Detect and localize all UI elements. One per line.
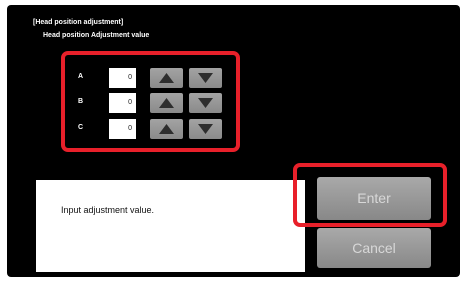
adjustment-row-c: C 0	[65, 119, 236, 141]
decrement-button-a[interactable]	[189, 68, 222, 88]
cancel-button[interactable]: Cancel	[317, 228, 431, 268]
section-title: [Head position adjustment]	[33, 19, 124, 26]
triangle-down-icon	[198, 98, 213, 108]
row-label-c: C	[78, 124, 84, 131]
triangle-up-icon	[159, 73, 174, 83]
enter-button[interactable]: Enter	[317, 177, 431, 220]
row-label-a: A	[78, 73, 84, 80]
triangle-down-icon	[198, 73, 213, 83]
decrement-button-c[interactable]	[189, 119, 222, 139]
row-label-b: B	[78, 98, 84, 105]
increment-button-c[interactable]	[150, 119, 183, 139]
adjustment-row-a: A 0	[65, 68, 236, 90]
screen-frame: [Head position adjustment] Head position…	[7, 5, 460, 277]
message-box: Input adjustment value.	[36, 180, 305, 272]
adjustment-row-b: B 0	[65, 93, 236, 115]
value-field-c[interactable]: 0	[109, 119, 136, 139]
message-text: Input adjustment value.	[61, 205, 155, 215]
adjustment-panel-highlight: A 0 B 0 C 0	[61, 51, 240, 152]
triangle-up-icon	[159, 124, 174, 134]
adjustment-value-heading: Head position Adjustment value	[43, 32, 150, 39]
triangle-down-icon	[198, 124, 213, 134]
increment-button-a[interactable]	[150, 68, 183, 88]
triangle-up-icon	[159, 98, 174, 108]
decrement-button-b[interactable]	[189, 93, 222, 113]
value-field-a[interactable]: 0	[109, 68, 136, 88]
value-field-b[interactable]: 0	[109, 93, 136, 113]
increment-button-b[interactable]	[150, 93, 183, 113]
